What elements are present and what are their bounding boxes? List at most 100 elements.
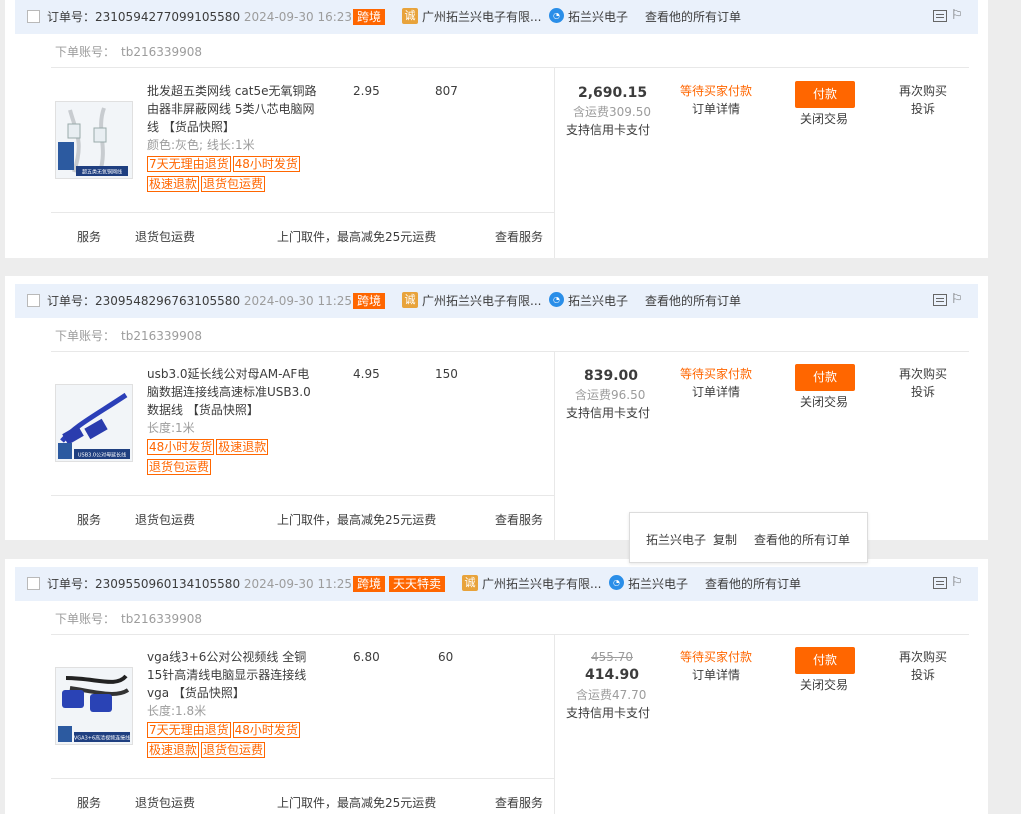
shipping-fee: 含运费47.70 <box>576 688 647 702</box>
shop-cheng-icon: 诚 <box>402 8 418 24</box>
product-thumbnail[interactable]: 超五类无氧铜网线 <box>55 101 133 179</box>
credit-card-support: 支持信用卡支付 <box>566 406 651 420</box>
note-icon[interactable] <box>933 294 947 306</box>
view-service-link[interactable]: 查看服务 <box>495 511 543 528</box>
order-header: 订单号：2310594277099105580 2024-09-30 16:23… <box>15 0 978 34</box>
service-badges: 7天无理由退货 48小时发货 极速退款 退货包运费 <box>147 722 327 762</box>
service-pickup: 上门取件，最高减免25元运费 <box>277 230 437 244</box>
shop-name-link[interactable]: 广州拓兰兴电子有限... <box>422 294 541 309</box>
product-title-link[interactable]: vga线3+6公对公视频线 全铜15针高清线电脑显示器连接线vga 【货品快照】 <box>147 648 319 702</box>
divider <box>51 67 969 68</box>
complain-link[interactable]: 投诉 <box>911 100 935 118</box>
divider <box>51 778 554 779</box>
rebuy-link[interactable]: 再次购买 <box>899 82 947 100</box>
service-pickup: 上门取件，最高减免25元运费 <box>277 513 437 527</box>
view-all-orders-link[interactable]: 查看他的所有订单 <box>645 10 741 25</box>
shop-name-link[interactable]: 广州拓兰兴电子有限... <box>422 10 541 25</box>
tag-cross-border: 跨境 <box>353 576 386 592</box>
rebuy-link[interactable]: 再次购买 <box>899 365 947 383</box>
order-status: 等待买家付款 <box>680 84 753 98</box>
badge[interactable]: 极速退款 <box>147 742 200 758</box>
view-service-link[interactable]: 查看服务 <box>495 228 543 245</box>
popup-copy-button[interactable]: 复制 <box>713 531 737 548</box>
seller-popup: 拓兰兴电子 复制 查看他的所有订单 <box>629 512 868 563</box>
badge[interactable]: 48小时发货 <box>232 156 300 172</box>
order-number: 订单号：2309550960134105580 2024-09-30 11:25… <box>47 577 372 591</box>
flag-icon[interactable]: ⚐ <box>951 293 965 307</box>
snapshot-link: 【货品快照】 <box>186 403 259 417</box>
seller-name-link[interactable]: 拓兰兴电子 <box>568 10 628 25</box>
service-return-shipping: 退货包运费 <box>135 513 196 527</box>
order-number: 订单号：2309548296763105580 2024-09-30 11:25… <box>47 294 372 308</box>
badge[interactable]: 7天无理由退货 <box>147 156 231 172</box>
seller-name-link[interactable]: 拓兰兴电子 <box>628 577 688 592</box>
seller-name-link[interactable]: 拓兰兴电子 <box>568 294 628 309</box>
product-thumbnail[interactable]: VGA3+6高清视频连接线 <box>55 667 133 745</box>
order-card: 订单号：2309550960134105580 2024-09-30 11:25… <box>5 559 988 814</box>
original-price: 455.70 <box>591 650 633 664</box>
order-checkbox[interactable] <box>27 294 40 307</box>
order-status: 等待买家付款 <box>680 650 753 664</box>
pay-button[interactable]: 付款 <box>795 364 855 391</box>
order-total: 414.90 <box>585 667 640 683</box>
product-title-link[interactable]: usb3.0延长线公对母AM-AF电脑数据连接线高速标准USB3.0数据线 【货… <box>147 365 319 419</box>
pay-button[interactable]: 付款 <box>795 647 855 674</box>
flag-icon[interactable]: ⚐ <box>951 9 965 23</box>
badge[interactable]: 48小时发货 <box>147 439 215 455</box>
badge[interactable]: 7天无理由退货 <box>147 722 231 738</box>
service-return-shipping: 退货包运费 <box>135 230 196 244</box>
snapshot-link: 【货品快照】 <box>162 120 235 134</box>
order-detail-link[interactable]: 订单详情 <box>692 383 740 401</box>
service-pickup: 上门取件，最高减免25元运费 <box>277 796 437 810</box>
order-detail-link[interactable]: 订单详情 <box>692 666 740 684</box>
wangwang-icon[interactable]: ◔ <box>609 575 624 590</box>
view-all-orders-link[interactable]: 查看他的所有订单 <box>645 294 741 309</box>
popup-seller-name[interactable]: 拓兰兴电子 <box>646 531 706 548</box>
order-status: 等待买家付款 <box>680 367 753 381</box>
view-all-orders-link[interactable]: 查看他的所有订单 <box>705 577 801 592</box>
popup-view-all-link[interactable]: 查看他的所有订单 <box>754 531 850 548</box>
complain-link[interactable]: 投诉 <box>911 666 935 684</box>
thumbnail-caption: VGA3+6高清视频连接线 <box>74 735 130 742</box>
close-order-link[interactable]: 关闭交易 <box>800 676 848 694</box>
pay-button[interactable]: 付款 <box>795 81 855 108</box>
note-icon[interactable] <box>933 577 947 589</box>
tag-daily-special: 天天特卖 <box>389 576 446 592</box>
order-checkbox[interactable] <box>27 577 40 590</box>
badge[interactable]: 极速退款 <box>147 176 200 192</box>
service-label: 服务 <box>77 796 102 810</box>
flag-icon[interactable]: ⚐ <box>951 576 965 590</box>
quantity: 150 <box>435 367 458 381</box>
divider <box>554 635 555 814</box>
product-title-link[interactable]: 批发超五类网线 cat5e无氧铜路由器非屏蔽网线 5类八芯电脑网线 【货品快照】 <box>147 82 319 136</box>
order-detail-link[interactable]: 订单详情 <box>692 100 740 118</box>
order-number: 订单号：2310594277099105580 2024-09-30 16:23… <box>47 10 372 24</box>
divider <box>554 68 555 258</box>
buyer-account: 下单账号： tb216339908 <box>55 329 203 343</box>
badge[interactable]: 退货包运费 <box>201 742 266 758</box>
order-card: 订单号：2310594277099105580 2024-09-30 16:23… <box>5 0 988 258</box>
complain-link[interactable]: 投诉 <box>911 383 935 401</box>
divider <box>51 495 554 496</box>
note-icon[interactable] <box>933 10 947 22</box>
order-total: 839.00 <box>584 368 639 384</box>
shipping-fee: 含运费96.50 <box>575 388 646 402</box>
shop-name-link[interactable]: 广州拓兰兴电子有限... <box>482 577 601 592</box>
tag-cross-border: 跨境 <box>353 9 386 25</box>
wangwang-icon[interactable]: ◔ <box>549 292 564 307</box>
close-order-link[interactable]: 关闭交易 <box>800 110 848 128</box>
badge[interactable]: 48小时发货 <box>232 722 300 738</box>
product-thumbnail[interactable]: USB3.0公对母延长线 <box>55 384 133 462</box>
divider <box>554 352 555 540</box>
close-order-link[interactable]: 关闭交易 <box>800 393 848 411</box>
rebuy-link[interactable]: 再次购买 <box>899 648 947 666</box>
order-header: 订单号：2309550960134105580 2024-09-30 11:25… <box>15 567 978 601</box>
order-checkbox[interactable] <box>27 10 40 23</box>
wangwang-icon[interactable]: ◔ <box>549 8 564 23</box>
view-service-link[interactable]: 查看服务 <box>495 794 543 811</box>
badge[interactable]: 退货包运费 <box>147 459 212 475</box>
order-card: 订单号：2309548296763105580 2024-09-30 11:25… <box>5 276 988 540</box>
buyer-account: 下单账号： tb216339908 <box>55 612 203 626</box>
badge[interactable]: 极速退款 <box>216 439 269 455</box>
badge[interactable]: 退货包运费 <box>201 176 266 192</box>
